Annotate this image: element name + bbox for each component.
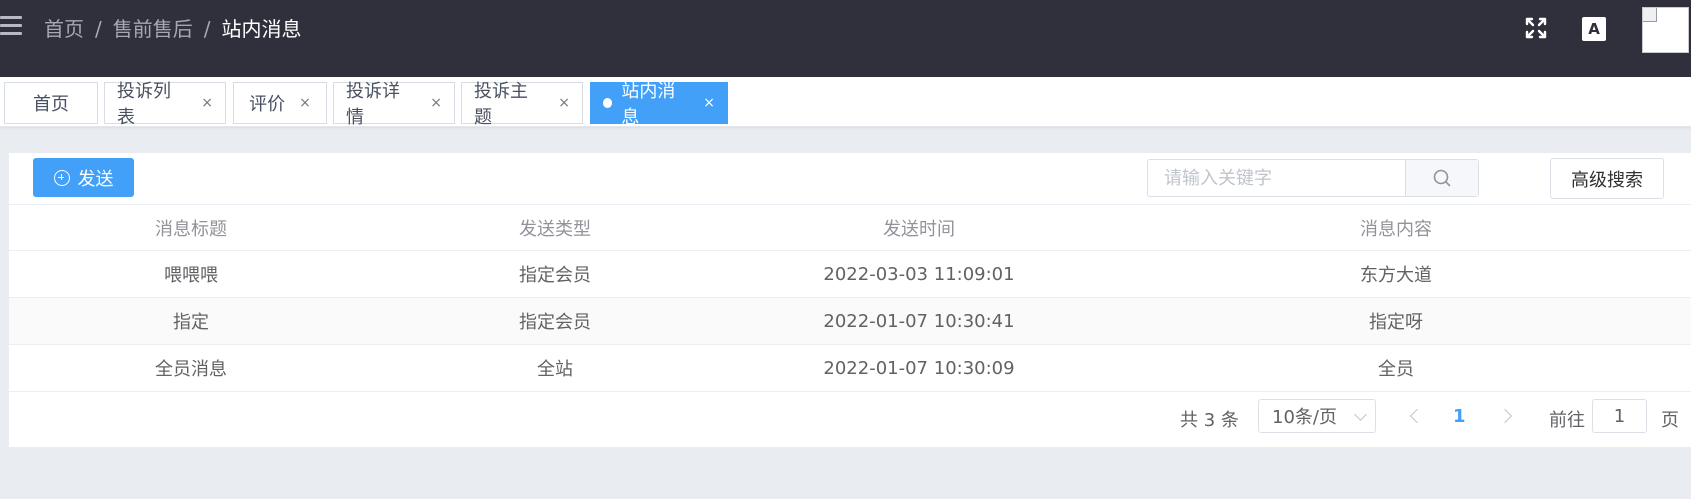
tag-label: 首页 [33,94,69,115]
plus-circle-icon [53,169,70,186]
messages-table: 消息标题 发送类型 发送时间 消息内容 喂喂喂 指定会员 2022-03-03 … [9,204,1691,392]
close-icon[interactable]: × [703,95,715,111]
column-header-send-time: 发送时间 [883,218,955,240]
cell-send-type: 全站 [537,359,573,380]
cell-content: 指定呀 [1369,312,1423,333]
search-icon [1433,169,1451,187]
cell-title: 全员消息 [155,359,227,380]
breadcrumb-item-current: 站内消息 [221,17,302,41]
breadcrumb-separator: / [95,17,102,41]
tag-complaint-list[interactable]: 投诉列表 × [104,81,226,128]
chevron-right-icon[interactable] [1499,407,1515,425]
close-icon[interactable]: × [558,95,570,111]
cell-title: 指定 [173,312,209,333]
tag-label: 投诉列表 [117,81,171,128]
column-header-title: 消息标题 [155,218,227,240]
page-number-current[interactable]: 1 [1453,406,1466,427]
cell-content: 东方大道 [1360,265,1432,286]
tag-complaint-detail[interactable]: 投诉详情 × [333,81,455,128]
tag-complaint-topic[interactable]: 投诉主题 × [461,81,583,128]
close-icon[interactable]: × [430,95,442,111]
avatar[interactable] [1642,7,1689,53]
search-button[interactable] [1405,160,1478,196]
goto-label: 前往 [1549,410,1585,431]
table-header: 消息标题 发送类型 发送时间 消息内容 [9,204,1691,251]
tag-site-messages[interactable]: 站内消息 × [590,81,728,128]
cell-send-time: 2022-01-07 10:30:41 [823,310,1015,332]
advanced-search-button[interactable]: 高级搜索 [1550,158,1664,199]
tag-label: 站内消息 [621,81,676,128]
tag-review[interactable]: 评价 × [233,82,327,124]
hamburger-icon[interactable] [0,16,22,36]
tag-home[interactable]: 首页 [4,82,98,124]
send-button-label: 发送 [77,168,114,190]
page-size-select[interactable]: 10条/页 [1258,399,1376,433]
send-button[interactable]: 发送 [33,158,134,197]
goto-page-input[interactable] [1592,399,1647,433]
chevron-down-icon [1354,408,1367,421]
column-header-send-type: 发送类型 [519,218,591,240]
translate-icon[interactable]: A [1582,17,1606,41]
tags-view-bar: 首页 投诉列表 × 评价 × 投诉详情 × 投诉主题 × 站内消息 × [0,77,1691,128]
column-header-content: 消息内容 [1360,218,1432,240]
breadcrumb-item-home[interactable]: 首页 [44,15,84,43]
table-row[interactable]: 指定 指定会员 2022-01-07 10:30:41 指定呀 [9,298,1691,345]
cell-send-type: 指定会员 [519,265,591,286]
close-icon[interactable]: × [299,95,311,111]
breadcrumb: 首页 / 售前售后 / 站内消息 [44,15,302,43]
cell-send-time: 2022-01-07 10:30:09 [823,357,1015,379]
tag-label: 投诉主题 [474,81,528,128]
search-box [1147,159,1479,197]
breadcrumb-separator: / [203,17,211,41]
cell-title: 喂喂喂 [164,265,218,286]
main-content-card: 发送 高级搜索 消息标题 发送类型 发送时间 消息内容 喂喂喂 指定会员 202… [9,153,1691,447]
top-navbar: 首页 / 售前售后 / 站内消息 A [0,0,1691,77]
pagination-total: 共 3 条 [1180,410,1239,431]
fullscreen-icon[interactable] [1524,16,1548,40]
search-input[interactable] [1148,160,1405,196]
cell-send-type: 指定会员 [519,312,591,333]
page-unit-label: 页 [1661,410,1679,431]
table-row[interactable]: 喂喂喂 指定会员 2022-03-03 11:09:01 东方大道 [9,251,1691,298]
chevron-left-icon[interactable] [1407,407,1423,425]
pagination: 共 3 条 10条/页 1 前往 页 [9,397,1691,443]
close-icon[interactable]: × [201,95,213,111]
breadcrumb-item-after-sales: 售前售后 [112,17,193,41]
tag-label: 评价 [249,94,286,115]
page-size-value: 10条/页 [1272,407,1337,428]
cell-send-time: 2022-03-03 11:09:01 [823,263,1015,285]
tag-label: 投诉详情 [346,81,400,128]
table-row[interactable]: 全员消息 全站 2022-01-07 10:30:09 全员 [9,345,1691,392]
cell-content: 全员 [1378,359,1414,380]
active-dot-icon [603,98,613,108]
